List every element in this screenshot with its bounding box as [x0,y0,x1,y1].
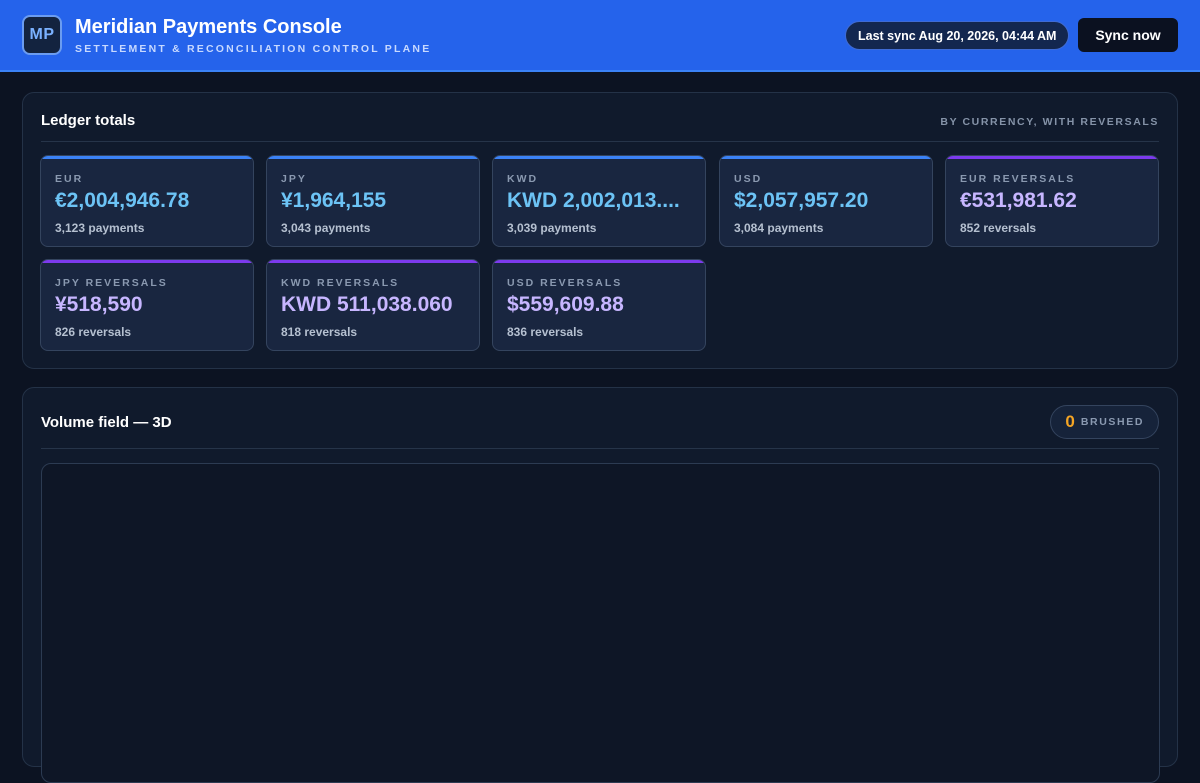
ledger-panel-meta: BY CURRENCY, WITH REVERSALS [940,116,1159,128]
card-label: USD [734,173,763,185]
volume-panel-title: Volume field — 3D [41,414,172,431]
card-value: KWD 511,038.060 [281,293,453,316]
card-count: 3,043 payments [281,221,371,235]
app-logo: MP [22,15,62,55]
sync-now-button[interactable]: Sync now [1078,18,1178,52]
brushed-count: 0 [1065,412,1075,431]
card-count: 3,039 payments [507,221,597,235]
card-value: $2,057,957.20 [734,189,869,212]
ledger-totals-panel: Ledger totals BY CURRENCY, WITH REVERSAL… [22,92,1178,369]
ledger-card-kwd-reversals[interactable]: KWD REVERSALS KWD 511,038.060 818 revers… [266,259,480,351]
ledger-card-usd-reversals[interactable]: USD REVERSALS $559,609.88 836 reversals [492,259,706,351]
card-count: 836 reversals [507,325,584,339]
ledger-card-eur[interactable]: EUR €2,004,946.78 3,123 payments [40,155,254,247]
volume-field-panel: Volume field — 3D 0 BRUSHED [22,387,1178,783]
card-value: KWD 2,002,013.... [507,189,680,212]
brushed-count-badge: 0 BRUSHED [1050,405,1159,439]
card-count: 3,084 payments [734,221,824,235]
card-value: ¥1,964,155 [281,189,387,212]
card-label: USD REVERSALS [507,277,623,289]
card-label: JPY [281,173,307,185]
card-label: KWD [507,173,539,185]
volume-3d-canvas[interactable] [41,463,1160,783]
card-value: €2,004,946.78 [55,189,190,212]
ledger-card-eur-reversals[interactable]: EUR REVERSALS €531,981.62 852 reversals [945,155,1159,247]
volume-panel-header: Volume field — 3D 0 BRUSHED [41,388,1159,449]
card-label: EUR [55,173,84,185]
card-count: 826 reversals [55,325,132,339]
app-title: Meridian Payments Console [75,16,342,38]
card-value: ¥518,590 [55,293,143,316]
app-subtitle: SETTLEMENT & RECONCILIATION CONTROL PLAN… [75,43,432,55]
ledger-card-jpy-reversals[interactable]: JPY REVERSALS ¥518,590 826 reversals [40,259,254,351]
top-bar: MP Meridian Payments Console SETTLEMENT … [0,0,1200,72]
ledger-card-usd[interactable]: USD $2,057,957.20 3,084 payments [719,155,933,247]
card-value: $559,609.88 [507,293,624,316]
card-label: KWD REVERSALS [281,277,400,289]
card-label: JPY REVERSALS [55,277,168,289]
card-count: 818 reversals [281,325,358,339]
last-sync-badge: Last sync Aug 20, 2026, 04:44 AM [845,21,1070,50]
ledger-panel-title: Ledger totals [41,112,136,129]
ledger-card-jpy[interactable]: JPY ¥1,964,155 3,043 payments [266,155,480,247]
card-label: EUR REVERSALS [960,173,1076,185]
card-count: 3,123 payments [55,221,145,235]
card-value: €531,981.62 [960,189,1077,212]
ledger-panel-header: Ledger totals BY CURRENCY, WITH REVERSAL… [41,93,1159,142]
card-count: 852 reversals [960,221,1037,235]
ledger-card-kwd[interactable]: KWD KWD 2,002,013.... 3,039 payments [492,155,706,247]
brushed-label: BRUSHED [1080,416,1144,428]
